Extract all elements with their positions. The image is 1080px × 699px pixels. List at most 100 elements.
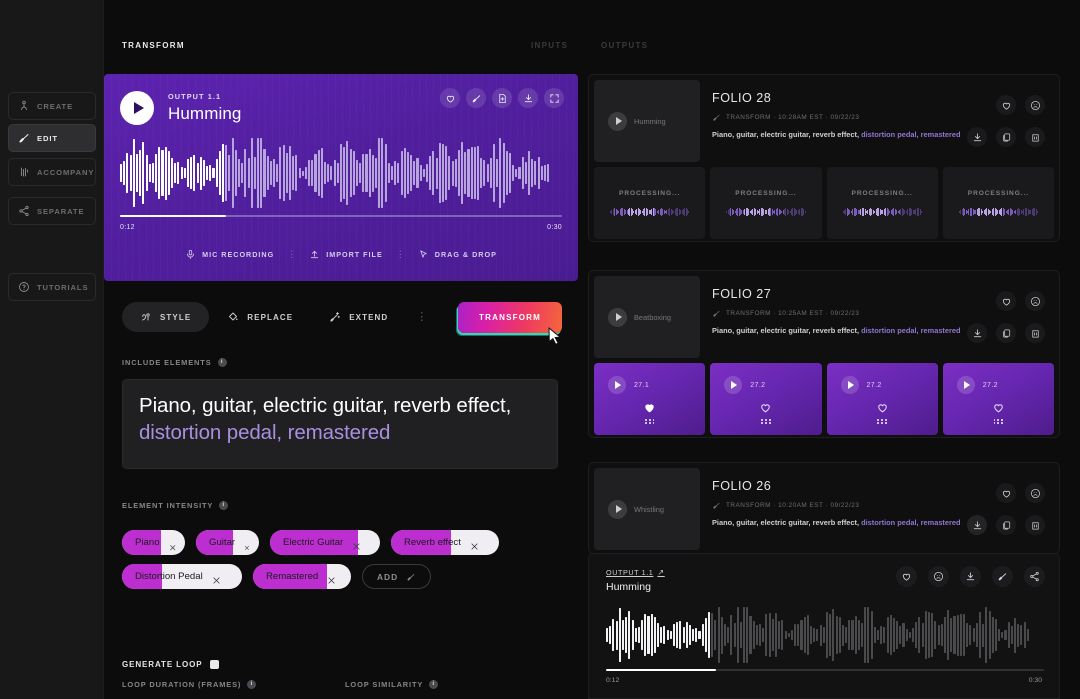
sidebar-item-create[interactable]: CREATE [8,92,96,120]
bottom-progress-track[interactable] [606,669,1044,672]
play-button[interactable] [956,376,975,394]
add-element-button[interactable]: ADD [362,564,432,589]
play-button[interactable] [840,376,859,394]
drag-drop-button[interactable]: DRAG & DROP [405,249,510,260]
player-kicker: OUTPUT 1.1 [168,92,222,101]
sidebar-item-tutorials[interactable]: TUTORIALS [8,273,96,301]
edit-icon[interactable] [466,88,486,108]
sad-face-icon[interactable] [1025,483,1045,503]
copy-icon[interactable] [996,515,1016,535]
close-icon[interactable] [470,538,479,550]
processing-card[interactable]: PROCESSING... [710,167,822,239]
extend-button[interactable]: EXTEND [311,302,406,332]
file-add-icon[interactable] [492,88,512,108]
intensity-pill[interactable]: Electric Guitar [270,530,380,555]
version-card[interactable]: 27.2 [710,363,822,435]
generate-loop-checkbox[interactable] [210,660,220,669]
prompt-textarea[interactable]: Piano, guitar, electric guitar, reverb e… [122,379,558,469]
download-icon[interactable] [967,127,987,147]
version-card[interactable]: 27.1 [594,363,706,435]
version-card[interactable]: 27.2 [826,363,938,435]
bottom-player-kicker[interactable]: OUTPUT 1.1 ↗ [606,568,665,577]
sidebar-item-separate[interactable]: SEPARATE [8,197,96,225]
waveform[interactable] [120,137,562,209]
replace-button[interactable]: REPLACE [209,302,311,332]
heart-icon[interactable] [440,88,460,108]
waveform-bar [416,158,419,188]
waveform-bar [317,150,320,196]
mic-recording-button[interactable]: MIC RECORDING [172,249,287,260]
play-button[interactable] [120,91,154,125]
processing-card[interactable]: PROCESSING... [594,167,706,239]
grip-handle[interactable] [710,419,821,425]
grip-handle[interactable] [827,419,938,425]
heart-icon[interactable] [943,401,1054,414]
expand-icon[interactable] [544,88,564,108]
download-icon[interactable] [960,566,981,587]
info-icon[interactable]: i [217,358,227,367]
style-button[interactable]: STYLE [122,302,210,332]
grip-handle[interactable] [594,419,705,425]
sad-face-icon[interactable] [1025,95,1045,115]
heart-icon[interactable] [996,95,1016,115]
sidebar-item-edit[interactable]: EDIT [8,124,96,152]
play-button[interactable] [608,499,627,519]
trash-icon[interactable] [1025,515,1045,535]
transform-button[interactable]: TRANSFORM [458,302,562,333]
close-icon[interactable] [327,572,336,584]
heart-icon[interactable] [896,566,917,587]
waveform-bar [537,156,540,190]
heart-icon[interactable] [827,401,938,414]
folio-thumbnail[interactable]: Whistling [594,468,700,550]
download-icon[interactable] [967,515,987,535]
intensity-pill[interactable]: Piano [122,530,185,555]
download-icon[interactable] [967,323,987,343]
waveform-bar [966,622,969,648]
generate-loop-row[interactable]: GENERATE LOOP [122,660,220,669]
copy-icon[interactable] [996,127,1016,147]
play-icon [731,381,738,389]
edit-icon[interactable] [992,566,1013,587]
processing-card[interactable]: PROCESSING... [942,167,1054,239]
close-icon[interactable] [352,538,361,550]
intensity-pill[interactable]: Guitar [196,530,259,555]
intensity-pill[interactable]: Remastered [253,564,351,589]
waveform-bar [515,168,518,178]
copy-icon[interactable] [996,323,1016,343]
tab-inputs[interactable]: INPUTS [531,41,568,50]
intensity-pill[interactable]: Reverb effect [391,530,499,555]
bottom-waveform[interactable] [606,606,1044,664]
intensity-pill[interactable]: Distortion Pedal [122,564,242,589]
version-card[interactable]: 27.2 [942,363,1054,435]
play-button[interactable] [608,111,627,131]
tab-outputs[interactable]: OUTPUTS [601,41,648,50]
close-icon[interactable] [169,538,176,550]
sad-face-icon[interactable] [1025,291,1045,311]
download-icon[interactable] [518,88,538,108]
heart-icon[interactable] [594,401,705,414]
grip-handle[interactable] [943,419,1054,425]
progress-track[interactable] [120,215,562,218]
heart-icon[interactable] [710,401,821,414]
heart-icon[interactable] [996,291,1016,311]
heart-icon[interactable] [996,483,1016,503]
close-icon[interactable] [244,538,250,551]
info-icon[interactable]: i [247,680,257,689]
close-icon[interactable] [212,572,221,584]
sidebar-item-accompany[interactable]: ACCOMPANY [8,158,96,186]
trash-icon[interactable] [1025,127,1045,147]
sad-face-icon[interactable] [928,566,949,587]
processing-card[interactable]: PROCESSING... [826,167,938,239]
play-button[interactable] [608,376,626,394]
trash-icon[interactable] [1025,323,1045,343]
play-button[interactable] [608,307,627,327]
waveform-bar [688,624,691,646]
share-icon[interactable] [1024,566,1045,587]
more-options-icon[interactable]: ⋮ [406,311,437,323]
folio-thumbnail[interactable]: Humming [594,80,700,162]
info-icon[interactable]: i [429,680,439,689]
info-icon[interactable]: i [219,501,229,510]
import-file-button[interactable]: IMPORT FILE [296,249,396,260]
folio-thumbnail[interactable]: Beatboxing [594,276,700,358]
play-button[interactable] [724,376,743,394]
